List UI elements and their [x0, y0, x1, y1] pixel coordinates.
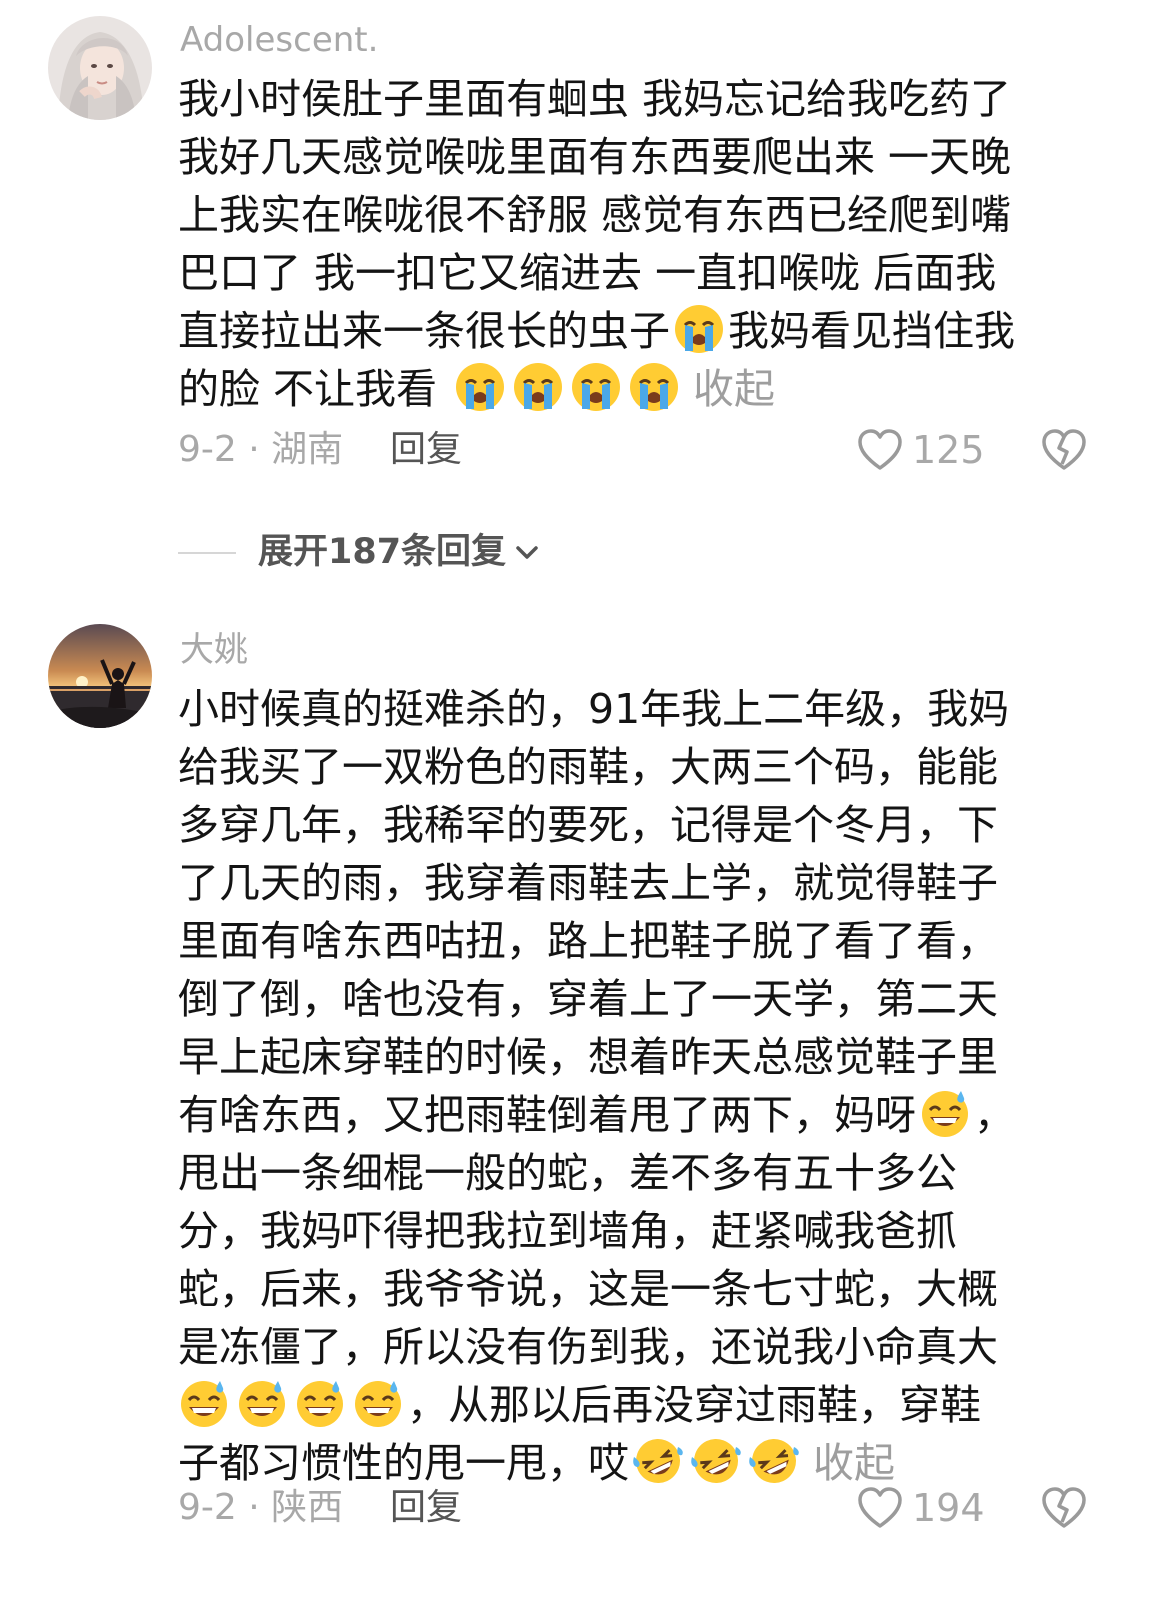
loudly-crying-face-icon — [630, 363, 679, 411]
comment-line: 里面有啥东西咕扭，路上把鞋子脱了看了看， — [178, 917, 998, 965]
comment-line-segment: ， — [974, 1091, 1015, 1139]
comment-line-segment: 我妈看见挡住我 — [728, 307, 1015, 355]
comment-line: 蛇，后来，我爷爷说，这是一条七寸蛇，大概 — [178, 1265, 998, 1313]
comment-line: 倒了倒，啥也没有，穿着上了一天学，第二天 — [178, 975, 998, 1023]
heart-outline-icon[interactable] — [856, 426, 904, 474]
grinning-face-with-sweat-icon — [355, 1381, 401, 1427]
reply-button[interactable]: 回复 — [390, 1478, 462, 1538]
chevron-down-icon — [516, 546, 538, 559]
broken-heart-icon[interactable] — [1040, 426, 1088, 474]
comment-line-with-emoji: 的脸 不让我看 收起 — [178, 360, 1015, 418]
broken-heart-icon[interactable] — [1040, 1484, 1088, 1532]
comment-line: 多穿几年，我稀罕的要死，记得是个冬月，下 — [178, 801, 998, 849]
date-location: 9-2 · 湖南 — [178, 429, 344, 470]
comment-meta: 9-2 · 陕西 回复 194 — [178, 1478, 1118, 1538]
like-count: 194 — [912, 1486, 985, 1530]
comment-text: 我小时侯肚子里面有蛔虫 我妈忘记给我吃药了 我好几天感觉喉咙里面有东西要爬出来 … — [178, 70, 1015, 418]
comment-line: 甩出一条细棍一般的蛇，差不多有五十多公 — [178, 1149, 957, 1197]
username[interactable]: 大姚 — [180, 630, 248, 670]
divider — [178, 552, 236, 554]
comment-line-with-emoji: 直接拉出来一条很长的虫子 我妈看见挡住我 — [178, 302, 1015, 360]
collapse-button[interactable]: 收起 — [693, 365, 775, 413]
reply-button[interactable]: 回复 — [390, 420, 462, 480]
comment-line-with-emoji: ，从那以后再没穿过雨鞋，穿鞋 — [178, 1376, 1015, 1434]
avatar[interactable] — [48, 16, 152, 120]
comment-line: 早上起床穿鞋的时候，想着昨天总感觉鞋子里 — [178, 1033, 998, 1081]
loudly-crying-face-icon — [675, 305, 723, 353]
loudly-crying-face-icon — [456, 363, 505, 411]
comment-line-segment: 的脸 不让我看 — [178, 365, 438, 413]
comment-text: 小时候真的挺难杀的，91年我上二年级，我妈 给我买了一双粉色的雨鞋，大两三个码，… — [178, 680, 1015, 1492]
like-count: 125 — [912, 428, 985, 472]
expand-replies-button[interactable]: 展开187条回复 — [178, 524, 542, 580]
comment-line: 是冻僵了，所以没有伤到我，还说我小命真大 — [178, 1323, 998, 1371]
date-location: 9-2 · 陕西 — [178, 1487, 344, 1528]
username[interactable]: Adolescent. — [180, 20, 378, 60]
avatar[interactable] — [48, 624, 152, 728]
loudly-crying-face-icon — [572, 363, 621, 411]
comment-line-segment: ，从那以后再没穿过雨鞋，穿鞋 — [407, 1381, 981, 1429]
grinning-face-with-sweat-icon — [239, 1381, 285, 1427]
comment-line: 我小时侯肚子里面有蛔虫 我妈忘记给我吃药了 — [178, 75, 1012, 123]
comment-line: 我好几天感觉喉咙里面有东西要爬出来 一天晚 — [178, 133, 1012, 181]
comment-line: 上我实在喉咙很不舒服 感觉有东西已经爬到嘴 — [178, 191, 1012, 239]
grinning-face-with-sweat-icon — [922, 1091, 968, 1137]
comment-line-segment: 直接拉出来一条很长的虫子 — [178, 307, 670, 355]
comment-line: 小时候真的挺难杀的，91年我上二年级，我妈 — [178, 685, 1010, 733]
grinning-face-with-sweat-icon — [297, 1381, 343, 1427]
comment-line: 给我买了一双粉色的雨鞋，大两三个码，能能 — [178, 743, 998, 791]
comment-line-segment: 有啥东西，又把雨鞋倒着甩了两下，妈呀 — [178, 1091, 916, 1139]
grinning-face-with-sweat-icon — [181, 1381, 227, 1427]
comment-line: 分，我妈吓得把我拉到墙角，赶紧喊我爸抓 — [178, 1207, 957, 1255]
comment-line-with-emoji: 有啥东西，又把雨鞋倒着甩了两下，妈呀 ， — [178, 1086, 1015, 1144]
comment-meta: 9-2 · 湖南 回复 125 — [178, 420, 1118, 480]
expand-replies-label: 展开187条回复 — [258, 532, 507, 572]
comment-line: 了几天的雨，我穿着雨鞋去上学，就觉得鞋子 — [178, 859, 998, 907]
loudly-crying-face-icon — [514, 363, 563, 411]
comment-line: 巴口了 我一扣它又缩进去 一直扣喉咙 后面我 — [178, 249, 997, 297]
heart-outline-icon[interactable] — [856, 1484, 904, 1532]
